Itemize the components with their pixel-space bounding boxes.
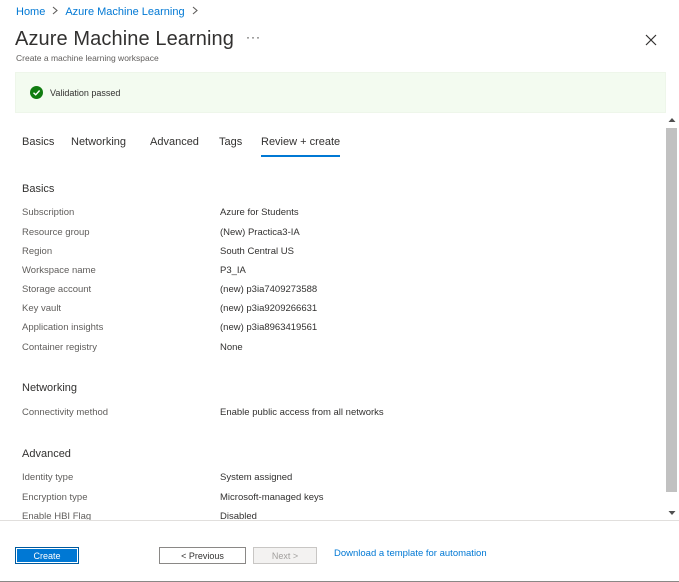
value-connectivity-method: Enable public access from all networks bbox=[220, 407, 384, 418]
chevron-right-icon bbox=[192, 6, 198, 18]
section-title-basics: Basics bbox=[22, 183, 55, 195]
validation-status-text: Validation passed bbox=[50, 87, 121, 98]
value-subscription: Azure for Students bbox=[220, 207, 299, 218]
label-encryption-type: Encryption type bbox=[22, 492, 88, 503]
chevron-right-icon bbox=[52, 6, 59, 18]
scroll-up-icon[interactable] bbox=[667, 115, 677, 125]
breadcrumb-home-link[interactable]: Home bbox=[16, 6, 45, 18]
value-encryption-type: Microsoft-managed keys bbox=[220, 492, 324, 503]
label-workspace-name: Workspace name bbox=[22, 265, 96, 276]
value-application-insights: (new) p3ia8963419561 bbox=[220, 322, 318, 333]
scrollbar-thumb[interactable] bbox=[666, 128, 677, 492]
tab-advanced[interactable]: Advanced bbox=[150, 136, 199, 148]
section-title-advanced: Advanced bbox=[22, 448, 71, 460]
tab-networking[interactable]: Networking bbox=[71, 136, 126, 148]
tab-basics[interactable]: Basics bbox=[22, 136, 54, 148]
value-resource-group: (New) Practica3-IA bbox=[220, 227, 300, 238]
value-key-vault: (new) p3ia9209266631 bbox=[220, 303, 318, 314]
download-template-link[interactable]: Download a template for automation bbox=[334, 548, 487, 559]
label-resource-group: Resource group bbox=[22, 227, 90, 238]
breadcrumb: Home Azure Machine Learning bbox=[16, 6, 205, 18]
close-icon[interactable] bbox=[643, 32, 659, 48]
value-storage-account: (new) p3ia7409273588 bbox=[220, 284, 318, 295]
validation-banner: Validation passed bbox=[15, 72, 666, 113]
label-key-vault: Key vault bbox=[22, 303, 62, 314]
value-workspace-name: P3_IA bbox=[220, 265, 246, 276]
label-storage-account: Storage account bbox=[22, 284, 92, 295]
page-subtitle: Create a machine learning workspace bbox=[16, 53, 159, 63]
scroll-down-icon[interactable] bbox=[667, 508, 677, 518]
tab-review-create[interactable]: Review + create bbox=[261, 136, 341, 157]
value-identity-type: System assigned bbox=[220, 472, 293, 483]
page-title: Azure Machine Learning bbox=[15, 28, 234, 50]
section-title-networking: Networking bbox=[22, 382, 78, 394]
label-identity-type: Identity type bbox=[22, 472, 74, 483]
label-application-insights: Application insights bbox=[22, 322, 104, 333]
check-circle-icon bbox=[30, 86, 43, 99]
tab-tags[interactable]: Tags bbox=[219, 136, 242, 148]
label-region: Region bbox=[22, 246, 53, 257]
label-connectivity-method: Connectivity method bbox=[22, 407, 109, 418]
value-region: South Central US bbox=[220, 246, 294, 257]
previous-button[interactable]: < Previous bbox=[159, 547, 246, 564]
vertical-scrollbar[interactable] bbox=[665, 113, 679, 520]
next-button[interactable]: Next > bbox=[253, 547, 317, 564]
value-container-registry: None bbox=[220, 342, 243, 353]
breadcrumb-aml-link[interactable]: Azure Machine Learning bbox=[65, 6, 184, 18]
create-button[interactable]: Create bbox=[15, 547, 79, 564]
footer-divider bbox=[0, 520, 679, 521]
label-subscription: Subscription bbox=[22, 207, 75, 218]
more-options-button[interactable]: ··· bbox=[246, 30, 261, 44]
label-container-registry: Container registry bbox=[22, 342, 97, 353]
